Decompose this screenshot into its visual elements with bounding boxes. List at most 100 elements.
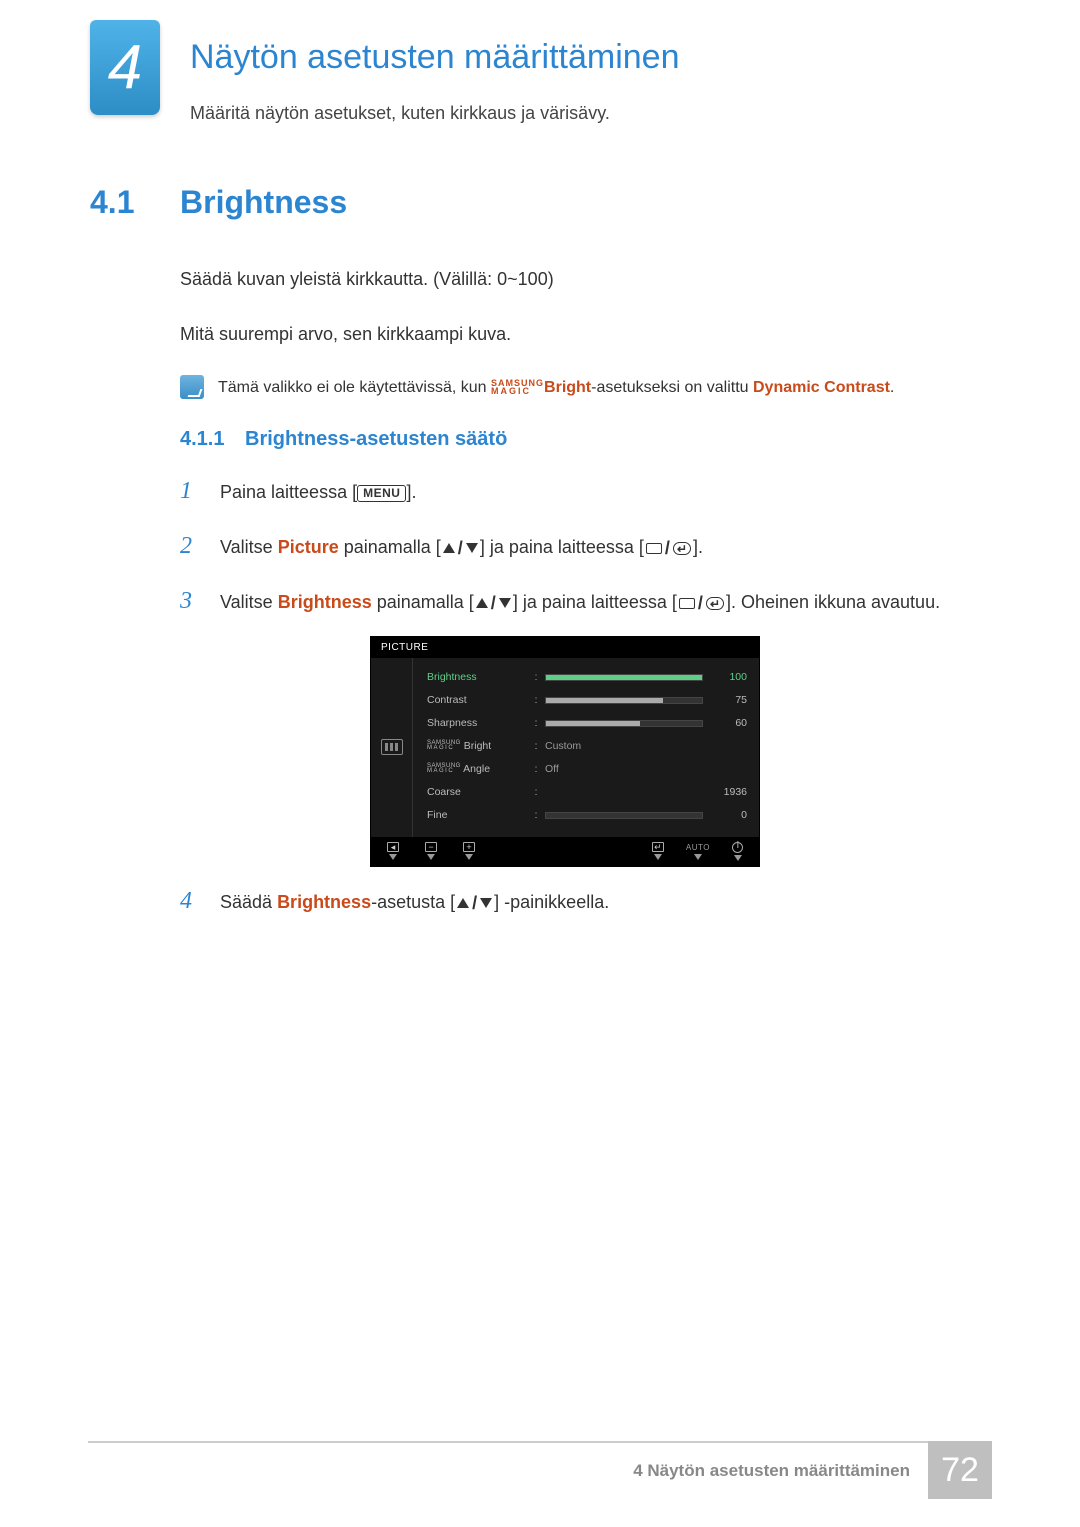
page-footer: 4 Näytön asetusten määrittäminen 72 [88, 1441, 992, 1499]
osd-row-contrast: Contrast : 75 [427, 689, 747, 712]
osd-power-icon [732, 842, 743, 861]
step1-pre: Paina laitteessa [ [220, 482, 357, 502]
step-2-text: Valitse Picture painamalla [/] ja paina … [220, 532, 703, 564]
source-enter-icon: / [679, 588, 724, 619]
osd-value: Off [545, 763, 559, 775]
up-down-arrow-icon: / [476, 588, 511, 619]
osd-colon: : [527, 695, 545, 706]
step-4-text: Säädä Brightness-asetusta [/] -painikkee… [220, 887, 609, 919]
osd-label-text: Angle [461, 763, 490, 775]
step-number: 2 [180, 526, 220, 567]
osd-slider [545, 697, 703, 704]
step1-post: ]. [406, 482, 416, 502]
up-down-arrow-icon: / [443, 533, 478, 564]
source-enter-icon: / [646, 533, 691, 564]
osd-value: 1936 [713, 786, 747, 798]
osd-value: 60 [713, 717, 747, 729]
subsection-number: 4.1.1 [180, 428, 245, 451]
chapter-description: Määritä näytön asetukset, kuten kirkkaus… [190, 103, 679, 124]
osd-slider-fill [546, 721, 640, 726]
step4-brightness: Brightness [277, 892, 371, 912]
note-mid: -asetukseksi on valittu [591, 379, 753, 396]
page-number: 72 [928, 1441, 992, 1499]
osd-slider [545, 674, 703, 681]
osd-bar-wrap: 1936 [545, 786, 747, 798]
chapter-title: Näytön asetusten määrittäminen [190, 38, 679, 77]
step3-brightness: Brightness [278, 592, 372, 612]
osd-sidebar [371, 658, 413, 837]
note-icon [180, 375, 204, 399]
osd-label-text: Bright [461, 740, 491, 752]
step3-pre: Valitse [220, 592, 278, 612]
section-heading: 4.1 Brightness [90, 184, 990, 221]
osd-slider-fill [546, 675, 702, 680]
osd-value: 100 [713, 671, 747, 683]
step4-pre: Säädä [220, 892, 277, 912]
osd-row-brightness: Brightness : 100 [427, 666, 747, 689]
osd-row-sharpness: Sharpness : 60 [427, 712, 747, 735]
step-1-text: Paina laitteessa [MENU]. [220, 477, 416, 508]
step3-mid1: painamalla [ [372, 592, 474, 612]
osd-colon: : [527, 741, 545, 752]
osd-value: 0 [713, 809, 747, 821]
section-title: Brightness [180, 184, 347, 221]
step-3-text: Valitse Brightness painamalla [/] ja pai… [220, 587, 940, 619]
step-1: 1 Paina laitteessa [MENU]. [180, 471, 990, 512]
step-number: 3 [180, 581, 220, 622]
osd-slider [545, 812, 703, 819]
samsung-magic-icon: SAMSUNGMAGIC [427, 764, 461, 774]
osd-bar-wrap: 0 [545, 809, 747, 821]
osd-footer: ◂ − + ↵ AUTO [371, 837, 759, 866]
osd-minus-icon: − [425, 842, 437, 860]
osd-back-icon: ◂ [387, 842, 399, 860]
osd-label: Brightness [427, 671, 527, 683]
osd-row-magic-angle: SAMSUNGMAGIC Angle : Off [427, 758, 747, 781]
osd-colon: : [527, 718, 545, 729]
osd-row-magic-bright: SAMSUNGMAGIC Bright : Custom [427, 735, 747, 758]
section-paragraph-1: Säädä kuvan yleistä kirkkautta. (Välillä… [180, 265, 990, 294]
step4-mid: -asetusta [ [371, 892, 455, 912]
chapter-title-block: Näytön asetusten määrittäminen Määritä n… [190, 20, 679, 124]
osd-label: SAMSUNGMAGIC Angle [427, 763, 527, 775]
osd-footer-right: ↵ AUTO [652, 842, 743, 861]
note-pre: Tämä valikko ei ole käytettävissä, kun [218, 379, 491, 396]
section-paragraph-2: Mitä suurempi arvo, sen kirkkaampi kuva. [180, 320, 990, 349]
osd-bar-wrap: 75 [545, 694, 747, 706]
osd-value: 75 [713, 694, 747, 706]
note-post: . [890, 379, 894, 396]
osd-auto-label: AUTO [686, 843, 710, 860]
note: Tämä valikko ei ole käytettävissä, kun S… [180, 375, 990, 401]
footer-label: 4 Näytön asetusten määrittäminen [633, 1443, 928, 1499]
osd-label: Contrast [427, 694, 527, 706]
osd-body: Brightness : 100 Contrast : 75 [371, 658, 759, 837]
subsection-title: Brightness-asetusten säätö [245, 428, 507, 451]
step4-post: ] -painikkeella. [494, 892, 609, 912]
step2-post: ]. [693, 537, 703, 557]
osd-row-coarse: Coarse : 1936 [427, 781, 747, 804]
osd-bar-wrap: 60 [545, 717, 747, 729]
osd-list: Brightness : 100 Contrast : 75 [413, 658, 759, 837]
magic-bottom: MAGIC [491, 387, 544, 395]
osd-row-fine: Fine : 0 [427, 804, 747, 827]
step3-post: ]. Oheinen ikkuna avautuu. [726, 592, 940, 612]
step3-mid2: ] ja paina laitteessa [ [513, 592, 677, 612]
osd-header: PICTURE [371, 637, 759, 658]
step-2: 2 Valitse Picture painamalla [/] ja pain… [180, 526, 990, 567]
osd-colon: : [527, 787, 545, 798]
osd-footer-left: ◂ − + [387, 842, 475, 860]
osd-label: Fine [427, 809, 527, 821]
osd-slider [545, 720, 703, 727]
step-number: 4 [180, 881, 220, 922]
samsung-magic-icon: SAMSUNGMAGIC [427, 741, 461, 751]
osd-colon: : [527, 672, 545, 683]
step2-mid2: ] ja paina laitteessa [ [480, 537, 644, 557]
osd-value: Custom [545, 740, 581, 752]
step2-mid1: painamalla [ [339, 537, 441, 557]
subsection-heading: 4.1.1 Brightness-asetusten säätö [180, 428, 990, 451]
chapter-header: 4 Näytön asetusten määrittäminen Määritä… [0, 0, 1080, 124]
step-number: 1 [180, 471, 220, 512]
menu-button-icon: MENU [357, 485, 406, 502]
osd-colon: : [527, 810, 545, 821]
osd-label: Sharpness [427, 717, 527, 729]
step-3: 3 Valitse Brightness painamalla [/] ja p… [180, 581, 990, 622]
